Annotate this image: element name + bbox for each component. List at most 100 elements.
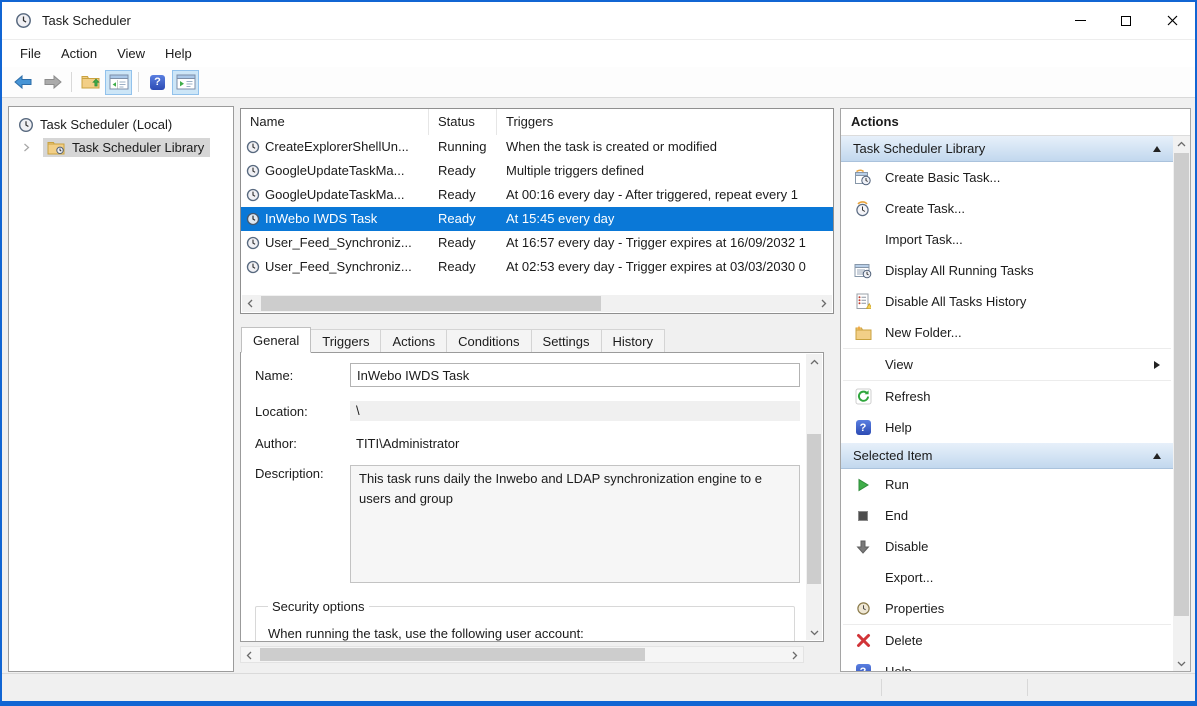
tree-selected-item[interactable]: Task Scheduler Library [43,138,210,157]
section-header-task-scheduler-library[interactable]: Task Scheduler Library [841,136,1173,162]
table-row[interactable]: GoogleUpdateTaskMa... Ready At 00:16 eve… [241,183,833,207]
action-help-library[interactable]: ? Help [841,412,1173,443]
status-divider [881,679,882,696]
action-create-task[interactable]: Create Task... [841,193,1173,224]
tree-child-label: Task Scheduler Library [72,140,204,155]
table-row[interactable]: CreateExplorerShellUn... Running When th… [241,135,833,159]
up-one-level-button[interactable] [77,70,104,95]
tab-triggers[interactable]: Triggers [310,329,381,353]
action-view[interactable]: View [841,349,1173,380]
collapse-icon[interactable] [1153,453,1161,459]
scrollbar-thumb[interactable] [261,296,601,311]
action-create-basic-task[interactable]: Create Basic Task... [841,162,1173,193]
column-header-status[interactable]: Status [429,109,497,135]
action-display-all-running-tasks[interactable]: Display All Running Tasks [841,255,1173,286]
action-pane-icon [176,74,196,90]
menu-action[interactable]: Action [51,40,107,67]
disable-icon [854,538,872,556]
scrollbar-thumb[interactable] [260,648,645,661]
description-field-row: Description: This task runs daily the In… [255,465,806,583]
maximize-button[interactable] [1103,2,1149,39]
table-row-selected[interactable]: InWebo IWDS Task Ready At 15:45 every da… [241,207,833,231]
action-disable[interactable]: Disable [841,531,1173,562]
task-name: User_Feed_Synchroniz... [265,231,412,255]
folder-up-icon [81,74,101,90]
minimize-button[interactable] [1057,2,1103,39]
task-triggers: Multiple triggers defined [497,159,833,183]
forward-icon [41,74,63,90]
action-refresh[interactable]: Refresh [841,381,1173,412]
tree-root-label: Task Scheduler (Local) [40,117,172,132]
toolbar: ? [2,67,1195,98]
scrollbar-thumb[interactable] [1174,153,1189,616]
menu-file[interactable]: File [10,40,51,67]
tab-conditions[interactable]: Conditions [446,329,531,353]
action-delete[interactable]: Delete [841,625,1173,656]
scroll-right-icon[interactable] [815,295,832,312]
scroll-left-icon[interactable] [242,295,259,312]
action-import-task[interactable]: Import Task... [841,224,1173,255]
section-header-selected-item[interactable]: Selected Item [841,443,1173,469]
close-icon [1167,15,1178,26]
details-horizontal-scrollbar[interactable] [240,646,804,663]
forward-button[interactable] [38,70,65,95]
show-hide-action-pane-button[interactable] [172,70,199,95]
tab-settings[interactable]: Settings [531,329,602,353]
author-value: TITI\Administrator [350,436,800,451]
description-text: users and group [359,489,791,509]
description-box[interactable]: This task runs daily the Inwebo and LDAP… [350,465,800,583]
table-row[interactable]: GoogleUpdateTaskMa... Ready Multiple tri… [241,159,833,183]
task-list-horizontal-scrollbar[interactable] [242,295,832,312]
action-label: Properties [885,601,1173,616]
column-header-name[interactable]: Name [241,109,429,135]
action-label: Display All Running Tasks [885,263,1173,278]
tab-history[interactable]: History [601,329,665,353]
window-title: Task Scheduler [42,13,131,28]
close-button[interactable] [1149,2,1195,39]
action-end[interactable]: End [841,500,1173,531]
scroll-up-icon[interactable] [806,354,822,370]
security-options-text: When running the task, use the following… [268,626,786,641]
details-vertical-scrollbar[interactable] [806,354,822,640]
table-row[interactable]: User_Feed_Synchroniz... Ready At 02:53 e… [241,255,833,279]
back-button[interactable] [10,70,37,95]
action-label: Disable [885,539,1173,554]
show-hide-console-tree-button[interactable] [105,70,132,95]
scroll-down-icon[interactable] [806,624,822,640]
action-run[interactable]: Run [841,469,1173,500]
security-options-group: Security options When running the task, … [255,599,795,641]
action-help-selected[interactable]: ? Help [841,656,1173,671]
scrollbar-thumb[interactable] [807,434,821,584]
location-label: Location: [255,403,350,419]
tree-item-task-scheduler-library[interactable]: Task Scheduler Library [9,136,233,159]
action-properties[interactable]: Properties [841,593,1173,624]
scroll-right-icon[interactable] [786,647,803,664]
column-header-triggers[interactable]: Triggers [497,109,833,135]
action-label: Help [885,664,1173,671]
menu-help[interactable]: Help [155,40,202,67]
tree-item-task-scheduler-local[interactable]: Task Scheduler (Local) [9,113,233,136]
minimize-icon [1075,20,1086,21]
action-label: End [885,508,1173,523]
location-field-row: Location: \ [255,401,806,421]
tab-actions[interactable]: Actions [380,329,447,353]
action-disable-all-tasks-history[interactable]: Disable All Tasks History [841,286,1173,317]
author-label: Author: [255,435,350,451]
action-label: Delete [885,633,1173,648]
actions-pane-body: Task Scheduler Library Create Basic Task… [841,136,1173,671]
action-new-folder[interactable]: New Folder... [841,317,1173,348]
scroll-up-icon[interactable] [1173,136,1189,152]
collapse-icon[interactable] [1153,146,1161,152]
name-input[interactable] [350,363,800,387]
tab-general[interactable]: General [241,327,311,353]
menu-view[interactable]: View [107,40,155,67]
scroll-down-icon[interactable] [1173,655,1189,671]
action-label: Disable All Tasks History [885,294,1173,309]
scroll-left-icon[interactable] [241,647,258,664]
action-export[interactable]: Export... [841,562,1173,593]
actions-vertical-scrollbar[interactable] [1173,136,1190,671]
help-button[interactable]: ? [144,70,171,95]
table-row[interactable]: User_Feed_Synchroniz... Ready At 16:57 e… [241,231,833,255]
action-label: Help [885,420,1173,435]
expand-chevron-icon[interactable] [22,143,31,152]
